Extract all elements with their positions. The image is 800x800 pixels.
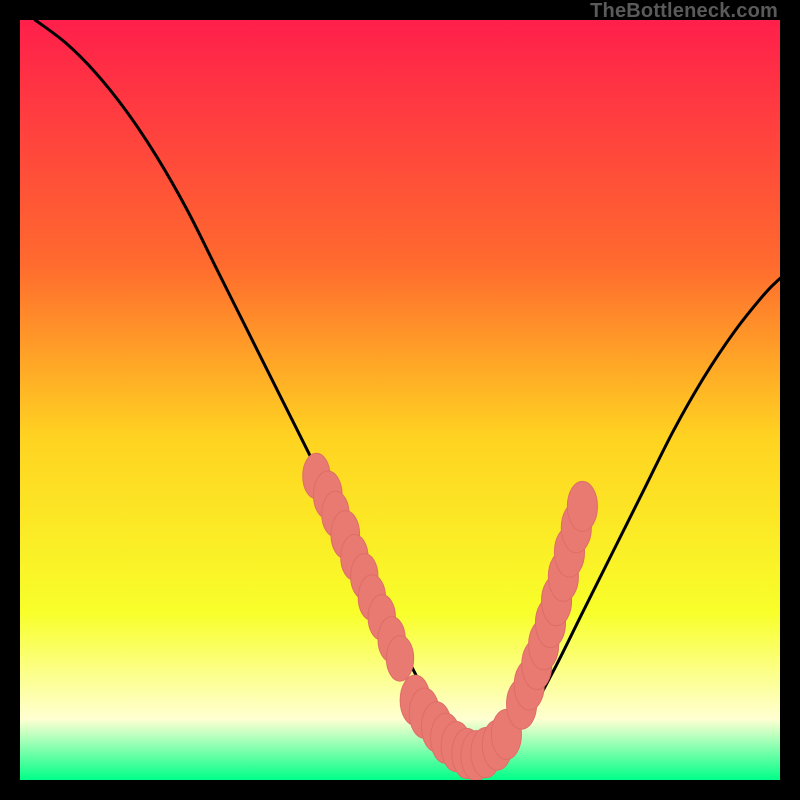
curve-marker	[386, 636, 413, 682]
chart-frame	[20, 20, 780, 780]
watermark-text: TheBottleneck.com	[590, 0, 778, 23]
bottleneck-chart	[20, 20, 780, 780]
curve-marker	[567, 481, 597, 531]
